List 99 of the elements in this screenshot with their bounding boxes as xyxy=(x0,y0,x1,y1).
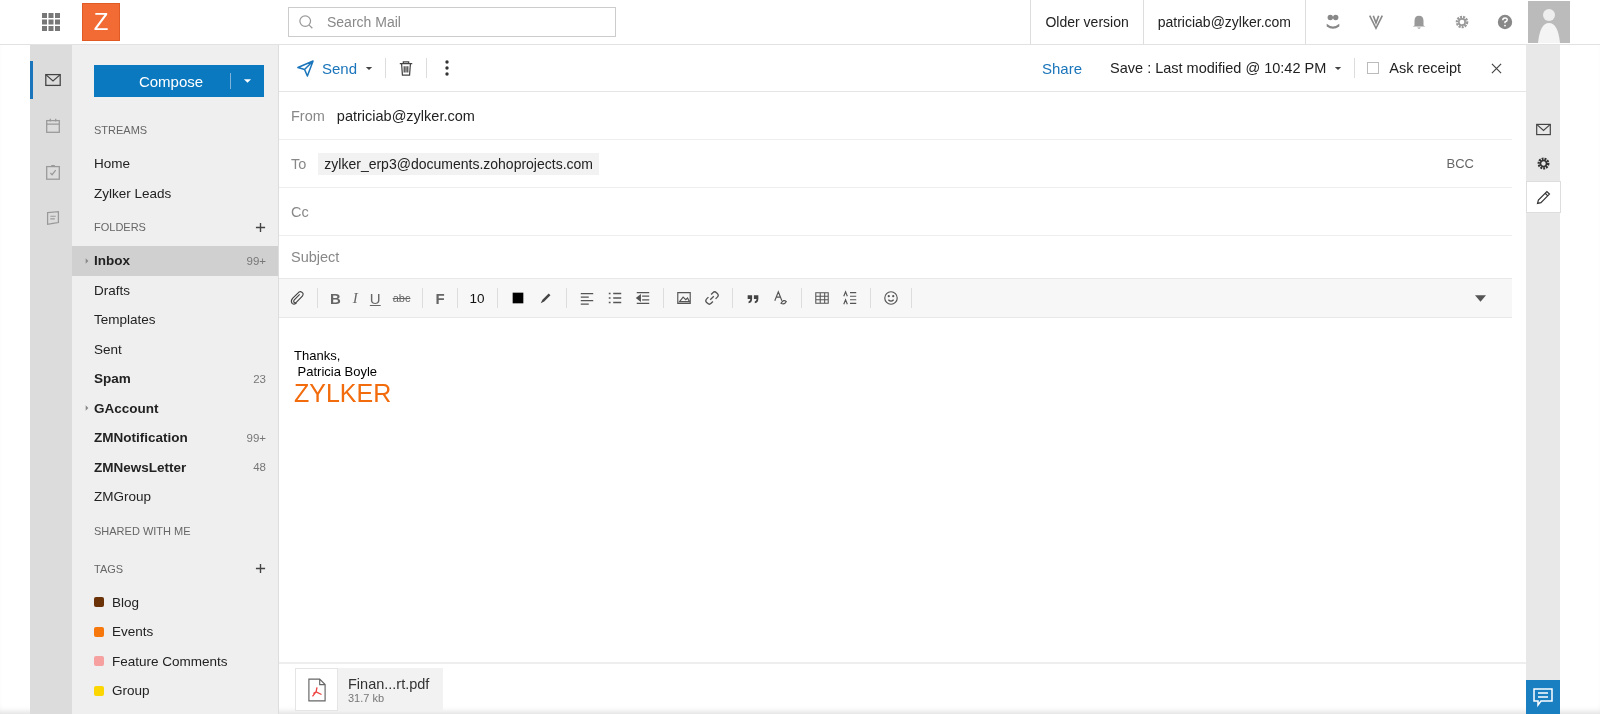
attachment-size: 31.7 kb xyxy=(348,691,385,704)
clear-format-icon[interactable] xyxy=(772,290,789,306)
caret-icon[interactable] xyxy=(1475,294,1486,302)
folder-item[interactable]: Group xyxy=(72,676,278,706)
folder-name: Blog xyxy=(112,594,141,610)
folder-item[interactable]: Drafts xyxy=(72,275,278,305)
send-button[interactable]: Send xyxy=(297,59,358,77)
caret-icon[interactable] xyxy=(365,65,374,71)
size-button[interactable]: 10 xyxy=(469,290,485,306)
checkbox-label: Ask receipt xyxy=(1389,60,1461,76)
field-label: From xyxy=(291,107,325,124)
line-spacing-icon[interactable] xyxy=(841,290,858,306)
folder-item[interactable]: ZMGroup xyxy=(72,482,278,512)
section-heading: SHARED WITH ME xyxy=(94,524,191,537)
body-text: Patricia Boyle xyxy=(296,364,379,380)
italic-button[interactable]: I xyxy=(352,289,358,307)
help-icon[interactable] xyxy=(1496,13,1514,31)
folder-item[interactable]: Feature Comments xyxy=(72,646,278,676)
top-bar-link[interactable]: patriciab@zylker.com xyxy=(1142,0,1306,44)
folder-name: Group xyxy=(112,683,151,699)
folder-name: GAccount xyxy=(94,400,160,416)
body-text: Thanks, xyxy=(294,348,342,364)
section-heading: FOLDERS xyxy=(94,221,146,233)
folder-name: Sent xyxy=(94,341,123,357)
folder-item[interactable]: Spam 23 xyxy=(72,364,278,394)
folder-name: Home xyxy=(94,156,131,172)
add-icon[interactable] xyxy=(255,563,266,574)
contacts-icon[interactable] xyxy=(1324,13,1342,31)
folder-item[interactable]: Blog xyxy=(72,587,278,617)
settings-icon[interactable] xyxy=(1453,13,1471,31)
task-list-icon xyxy=(43,163,62,181)
trash-icon[interactable] xyxy=(398,59,415,77)
add-icon[interactable] xyxy=(255,221,266,233)
bulleted-list-icon[interactable] xyxy=(606,290,623,306)
caret-icon[interactable] xyxy=(243,78,252,84)
unread-count: 99+ xyxy=(246,254,266,267)
unread-count: 48 xyxy=(253,461,266,474)
section-heading: STREAMS xyxy=(94,124,148,136)
folder-item[interactable]: Templates xyxy=(72,305,278,335)
bold-button[interactable]: B xyxy=(330,289,341,307)
image-icon[interactable] xyxy=(675,290,692,306)
table-icon[interactable] xyxy=(813,290,830,306)
unread-count: 99+ xyxy=(246,431,266,444)
field-label: Cc xyxy=(291,203,309,220)
side-panel-tab[interactable] xyxy=(1526,181,1561,213)
folder-name: Events xyxy=(112,624,155,640)
folder-item[interactable]: GAccount xyxy=(72,393,278,423)
close-icon[interactable] xyxy=(1491,62,1502,74)
folder-item[interactable]: Events xyxy=(72,617,278,647)
underline-button[interactable]: U xyxy=(369,289,381,307)
folder-name: ZMNewsLetter xyxy=(94,459,188,475)
folder-item[interactable]: Sent xyxy=(72,334,278,364)
folder-name: Zylker Leads xyxy=(94,185,173,201)
folder-item[interactable]: Inbox 99+ xyxy=(72,246,278,276)
folder-name: Spam xyxy=(94,371,132,387)
outdent-icon[interactable] xyxy=(634,290,651,306)
font-button[interactable]: F xyxy=(435,289,445,307)
strike-button[interactable]: abc xyxy=(392,292,411,304)
expand-icon[interactable] xyxy=(85,405,89,412)
pencil-icon xyxy=(1535,188,1552,206)
folder-item[interactable]: ZMNewsLetter 48 xyxy=(72,452,278,482)
search-icon xyxy=(298,14,316,30)
recipient-chip[interactable]: zylker_erp3@documents.zohoprojects.com xyxy=(318,152,599,175)
top-bar-link[interactable]: Older version xyxy=(1030,0,1143,44)
folder-item[interactable]: Zylker Leads xyxy=(72,178,278,208)
folder-name: ZMGroup xyxy=(94,489,152,505)
search-field[interactable]: Search Mail xyxy=(288,7,616,37)
attachment-name: Finan...rt.pdf xyxy=(348,675,430,692)
share-link[interactable]: Share xyxy=(1042,59,1083,77)
folder-item[interactable]: ZMNotification 99+ xyxy=(72,423,278,453)
subject-field[interactable]: Subject xyxy=(291,249,691,265)
sender-address[interactable]: patriciab@zylker.com xyxy=(336,107,475,124)
app-grid-icon[interactable] xyxy=(42,13,60,31)
paper-plane-icon xyxy=(297,59,314,77)
bcc-link[interactable]: BCC xyxy=(1446,156,1474,171)
bell-icon[interactable] xyxy=(1410,13,1428,31)
compose-button[interactable]: Compose xyxy=(94,65,264,97)
checkbox[interactable] xyxy=(1367,62,1380,74)
pdf-file-icon xyxy=(307,677,326,702)
signature-logo: ZYLKER xyxy=(294,380,393,406)
calendar-icon xyxy=(43,117,62,135)
chat-icon[interactable] xyxy=(1526,680,1560,714)
folder-name: Drafts xyxy=(94,282,131,298)
folder-name: Feature Comments xyxy=(112,653,229,669)
section-heading: TAGS xyxy=(94,562,124,575)
field-label: To xyxy=(291,155,307,172)
align-left-icon[interactable] xyxy=(578,290,595,306)
save-status[interactable]: Save : Last modified @ 10:42 PM xyxy=(1110,60,1327,76)
folder-item[interactable]: Home xyxy=(72,149,278,179)
caret-icon[interactable] xyxy=(1334,65,1343,71)
folder-name: ZMNotification xyxy=(94,430,189,446)
smiley-icon[interactable] xyxy=(882,290,899,306)
attachment-card[interactable]: Finan...rt.pdf 31.7 kb xyxy=(295,668,444,711)
link-icon[interactable] xyxy=(703,290,720,306)
paperclip-icon[interactable] xyxy=(289,290,305,306)
folder-name: Inbox xyxy=(94,253,131,269)
envelope-icon xyxy=(43,71,62,89)
folder-name: Templates xyxy=(94,312,157,328)
unread-count: 23 xyxy=(253,372,266,385)
